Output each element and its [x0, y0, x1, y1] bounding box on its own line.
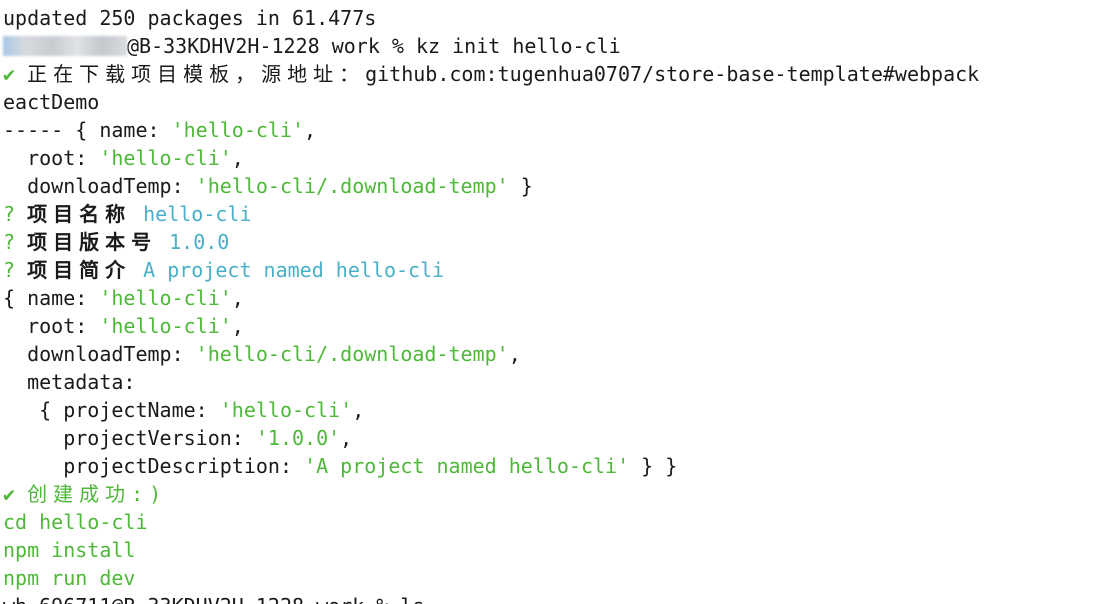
- terminal-text-segment: ,: [352, 398, 365, 422]
- terminal-text-segment: wb-696711@B-33KDHV2H-1228 work % ls: [3, 594, 424, 604]
- terminal-text-segment: 'hello-cli': [99, 146, 232, 170]
- terminal-text-segment: eactDemo: [3, 90, 100, 114]
- terminal-text-segment: { projectName:: [3, 398, 220, 422]
- terminal-text-segment: } }: [629, 454, 678, 478]
- terminal-line: @B-33KDHV2H-1228 work % kz init hello-cl…: [3, 32, 621, 60]
- terminal-text-segment: cd hello-cli: [3, 510, 148, 534]
- terminal-text-segment: 正在下载项目模板，源地址：: [27, 62, 366, 86]
- terminal-text-segment: 项目版本号: [27, 230, 158, 254]
- terminal-text-segment: 'hello-cli/.download-temp': [195, 174, 509, 198]
- terminal-text-segment: projectDescription:: [3, 454, 305, 478]
- terminal-text-segment: 'hello-cli': [99, 314, 232, 338]
- terminal-line: ? 项目版本号 1.0.0: [3, 228, 229, 256]
- terminal-text-segment: npm run dev: [3, 566, 136, 590]
- terminal-line: projectVersion: '1.0.0',: [3, 424, 352, 452]
- terminal-text-segment: ,: [231, 146, 244, 170]
- terminal-text-segment: downloadTemp:: [3, 342, 196, 366]
- terminal-line: npm install: [3, 536, 135, 564]
- terminal-line: root: 'hello-cli',: [3, 144, 244, 172]
- terminal-line: ? 项目简介 A project named hello-cli: [3, 256, 444, 284]
- terminal-text-segment: root:: [3, 146, 100, 170]
- terminal-text-segment: ,: [340, 426, 353, 450]
- terminal-text-segment: updated 250 packages in 61.477s: [3, 6, 377, 30]
- terminal-text-segment: npm install: [3, 538, 136, 562]
- terminal-line: downloadTemp: 'hello-cli/.download-temp'…: [3, 172, 533, 200]
- terminal-line: root: 'hello-cli',: [3, 312, 244, 340]
- terminal-text-segment: ✔: [3, 482, 28, 506]
- terminal-text-segment: ,: [304, 118, 317, 142]
- terminal-text-segment: ?: [3, 258, 28, 282]
- redacted-username: [3, 36, 127, 56]
- terminal-text-segment: root:: [3, 314, 100, 338]
- terminal-line: ✔ 正在下载项目模板，源地址：github.com:tugenhua0707/s…: [3, 60, 979, 88]
- terminal-text-segment: { name:: [3, 286, 100, 310]
- terminal-line: { name: 'hello-cli',: [3, 284, 244, 312]
- terminal-text-segment: ✔: [3, 62, 28, 86]
- terminal-text-segment: ,: [231, 286, 244, 310]
- terminal-text-segment: 项目名称: [27, 202, 132, 226]
- terminal-text-segment: ?: [3, 202, 28, 226]
- terminal-text-segment: downloadTemp:: [3, 174, 196, 198]
- terminal-text-segment: A project named hello-cli: [143, 258, 445, 282]
- terminal-line: { projectName: 'hello-cli',: [3, 396, 364, 424]
- terminal-text-segment: @B-33KDHV2H-1228 work % kz init hello-cl…: [127, 34, 621, 58]
- terminal-window[interactable]: updated 250 packages in 61.477s @B-33KDHV…: [0, 0, 1098, 604]
- terminal-text-segment: github.com:tugenhua0707/store-base-templ…: [365, 62, 980, 86]
- terminal-text-segment: 'hello-cli': [219, 398, 353, 422]
- terminal-text-segment: 创建成功:): [27, 482, 168, 506]
- terminal-line: npm run dev: [3, 564, 135, 592]
- terminal-text-segment: 'hello-cli/.download-temp': [195, 342, 509, 366]
- terminal-line: eactDemo: [3, 88, 99, 116]
- terminal-text-segment: 项目简介: [27, 258, 132, 282]
- terminal-text-segment: 'hello-cli': [171, 118, 305, 142]
- terminal-text-segment: ,: [231, 314, 244, 338]
- terminal-line: ----- { name: 'hello-cli',: [3, 116, 316, 144]
- terminal-line: ✔ 创建成功:): [3, 480, 167, 508]
- terminal-text-segment: projectVersion:: [3, 426, 256, 450]
- terminal-text-segment: 1.0.0: [169, 230, 230, 254]
- terminal-text-segment: ?: [3, 230, 28, 254]
- terminal-line: cd hello-cli: [3, 508, 148, 536]
- terminal-line: updated 250 packages in 61.477s: [3, 4, 376, 32]
- terminal-line: metadata:: [3, 368, 135, 396]
- terminal-text-segment: ,: [508, 342, 521, 366]
- terminal-text-segment: 'A project named hello-cli': [304, 454, 630, 478]
- terminal-text-segment: hello-cli: [143, 202, 252, 226]
- terminal-text-segment: }: [508, 174, 533, 198]
- terminal-text-segment: '1.0.0': [255, 426, 341, 450]
- terminal-line: wb-696711@B-33KDHV2H-1228 work % ls: [3, 592, 424, 604]
- terminal-text-segment: metadata:: [3, 370, 136, 394]
- terminal-line: ? 项目名称 hello-cli: [3, 200, 252, 228]
- terminal-text-segment: ----- { name:: [3, 118, 172, 142]
- terminal-text-segment: 'hello-cli': [99, 286, 232, 310]
- terminal-line: projectDescription: 'A project named hel…: [3, 452, 677, 480]
- terminal-line: downloadTemp: 'hello-cli/.download-temp'…: [3, 340, 521, 368]
